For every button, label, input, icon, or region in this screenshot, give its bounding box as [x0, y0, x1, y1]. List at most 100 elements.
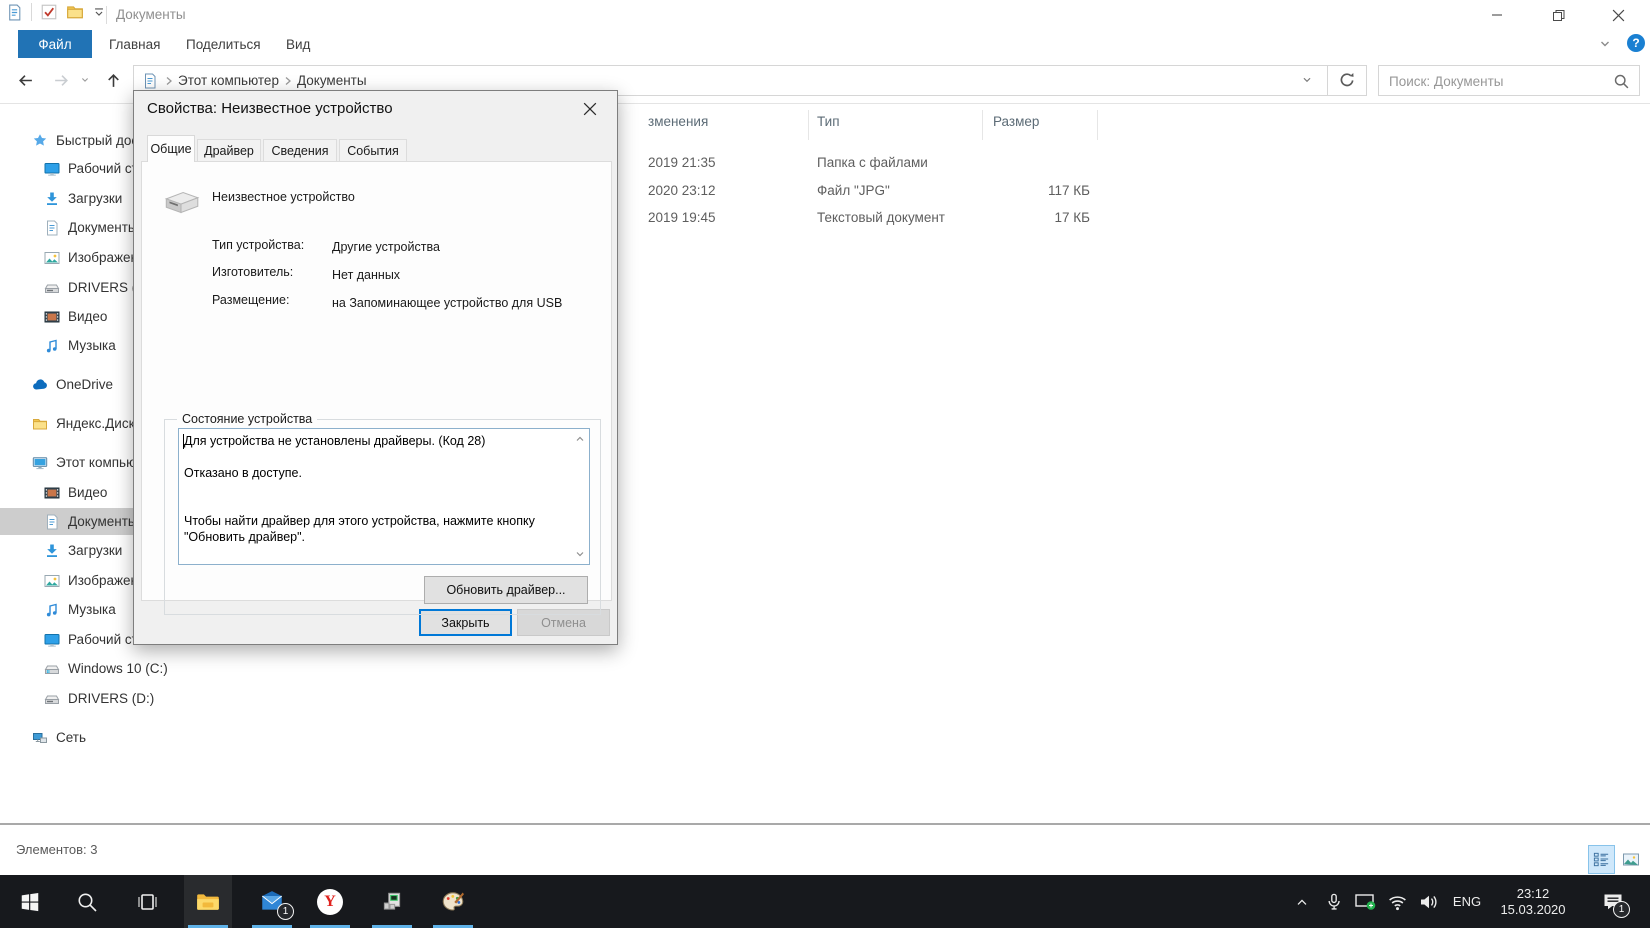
breadcrumb-this-pc[interactable]: Этот компьютер: [174, 73, 283, 88]
tab-home[interactable]: Главная: [95, 30, 174, 58]
help-icon[interactable]: ?: [1627, 34, 1645, 52]
clock[interactable]: 23:12 15.03.2020: [1490, 875, 1576, 928]
cell-size: 117 КБ: [1048, 183, 1090, 198]
search-icon[interactable]: [1613, 73, 1630, 90]
ribbon-tab-strip: Файл Главная Поделиться Вид ?: [0, 30, 1650, 59]
dialog-tab-general[interactable]: Общие: [147, 135, 195, 162]
scroll-up-icon[interactable]: [574, 433, 586, 445]
minimize-button[interactable]: [1474, 0, 1520, 30]
desktop-icon: [44, 161, 60, 177]
window-title: Документы: [116, 7, 186, 22]
forward-icon[interactable]: [46, 65, 76, 95]
sidebar-item-drivers-drive-pc[interactable]: DRIVERS (D:): [0, 685, 300, 712]
property-label-location: Размещение:: [212, 293, 290, 307]
close-window-button[interactable]: [1595, 0, 1641, 30]
breadcrumb-documents[interactable]: Документы: [293, 73, 371, 88]
qat-properties-icon[interactable]: [40, 3, 58, 21]
device-status-group-title: Состояние устройства: [177, 412, 318, 426]
restore-button[interactable]: [1535, 0, 1581, 30]
file-explorer-icon[interactable]: [184, 875, 232, 928]
notification-badge: 1: [1613, 901, 1630, 918]
property-value-manufacturer: Нет данных: [332, 268, 401, 282]
dialog-tab-details[interactable]: Сведения: [263, 139, 337, 162]
column-header-date-modified[interactable]: зменения: [648, 114, 708, 129]
quick-access-star-icon: [32, 133, 48, 149]
column-divider[interactable]: [1097, 110, 1098, 140]
property-value-location: на Запоминающее устройство для USB: [332, 296, 563, 310]
items-count: Элементов: 3: [16, 842, 98, 857]
onedrive-cloud-icon: [32, 377, 48, 393]
microphone-icon[interactable]: [1320, 875, 1348, 928]
search-taskbar-icon[interactable]: [63, 875, 111, 928]
clock-date: 15.03.2020: [1500, 901, 1566, 917]
sidebar-item-network[interactable]: Сеть: [0, 724, 288, 751]
mail-icon[interactable]: 1: [248, 875, 296, 928]
update-driver-button[interactable]: Обновить драйвер...: [424, 576, 588, 604]
music-icon: [44, 338, 60, 354]
mail-badge: 1: [277, 903, 294, 920]
thumbnails-view-icon[interactable]: [1617, 845, 1644, 874]
up-icon[interactable]: [98, 65, 128, 95]
ribbon-collapse-icon[interactable]: [1597, 36, 1613, 52]
address-dropdown-icon[interactable]: [1300, 73, 1314, 87]
dialog-tab-driver[interactable]: Драйвер: [197, 139, 261, 162]
tray-chevron-up-icon[interactable]: [1288, 875, 1316, 928]
property-label-manufacturer: Изготовитель:: [212, 265, 294, 279]
yandex-disk-folder-icon: [32, 416, 48, 432]
unknown-device-icon: [160, 186, 202, 218]
windows-drive-icon: [44, 661, 60, 677]
device-status-textbox[interactable]: Для устройства не установлены драйверы. …: [178, 428, 590, 565]
start-icon[interactable]: [6, 875, 54, 928]
cell-date: 2020 23:12: [648, 183, 716, 198]
cell-type: Папка с файлами: [817, 155, 928, 170]
column-header-type[interactable]: Тип: [817, 114, 840, 129]
details-view-icon[interactable]: [1588, 845, 1615, 874]
breadcrumb-separator-icon: [283, 76, 293, 86]
tab-share[interactable]: Поделиться: [172, 30, 275, 58]
search-box: [1378, 65, 1640, 96]
taskbar: 1 Y ENG 23:12 15.03.2020 1: [0, 875, 1650, 928]
task-view-icon[interactable]: [123, 875, 171, 928]
back-icon[interactable]: [10, 65, 40, 95]
dialog-close-icon[interactable]: [571, 95, 609, 123]
property-label-device-type: Тип устройства:: [212, 238, 305, 252]
qat-new-folder-icon[interactable]: [66, 3, 84, 21]
device-manager-icon[interactable]: [368, 875, 416, 928]
dialog-tab-events[interactable]: События: [339, 139, 407, 162]
breadcrumb-separator-icon: [164, 76, 174, 86]
this-pc-icon: [32, 455, 48, 471]
music-icon: [44, 602, 60, 618]
sidebar-item-windows-drive[interactable]: Windows 10 (C:): [0, 655, 300, 682]
downloads-icon: [44, 191, 60, 207]
language-indicator[interactable]: ENG: [1448, 875, 1486, 928]
drive-icon: [44, 280, 60, 296]
tab-file[interactable]: Файл: [18, 30, 92, 58]
refresh-icon[interactable]: [1338, 71, 1356, 89]
device-status-groupbox: Состояние устройства Для устройства не у…: [164, 412, 601, 615]
column-header-size[interactable]: Размер: [993, 114, 1039, 129]
pictures-icon: [44, 250, 60, 266]
qat-separator: [31, 3, 32, 21]
tab-view[interactable]: Вид: [272, 30, 324, 58]
yandex-browser-icon[interactable]: Y: [306, 875, 354, 928]
column-divider[interactable]: [808, 110, 809, 140]
volume-icon[interactable]: [1414, 875, 1444, 928]
wifi-icon[interactable]: [1383, 875, 1411, 928]
column-divider[interactable]: [982, 110, 983, 140]
recent-locations-icon[interactable]: [74, 65, 96, 95]
text-caret: [183, 434, 184, 449]
display-battery-icon[interactable]: [1350, 875, 1380, 928]
customize-quick-access-icon[interactable]: [92, 5, 106, 19]
scroll-down-icon[interactable]: [574, 548, 586, 560]
documents-icon: [44, 514, 60, 530]
explorer-titlebar: Документы: [0, 0, 1650, 30]
paint-icon[interactable]: [429, 875, 477, 928]
documents-icon: [44, 220, 60, 236]
desktop-screen: Документы Файл Главная Поделиться Вид ?: [0, 0, 1650, 928]
cell-size: 17 КБ: [1054, 210, 1091, 225]
dialog-tab-page: Неизвестное устройство Тип устройства: Д…: [141, 161, 612, 615]
videos-icon: [44, 309, 60, 325]
cell-type: Текстовый документ: [817, 210, 945, 225]
search-input[interactable]: [1387, 68, 1601, 95]
notifications-icon[interactable]: 1: [1592, 875, 1634, 928]
